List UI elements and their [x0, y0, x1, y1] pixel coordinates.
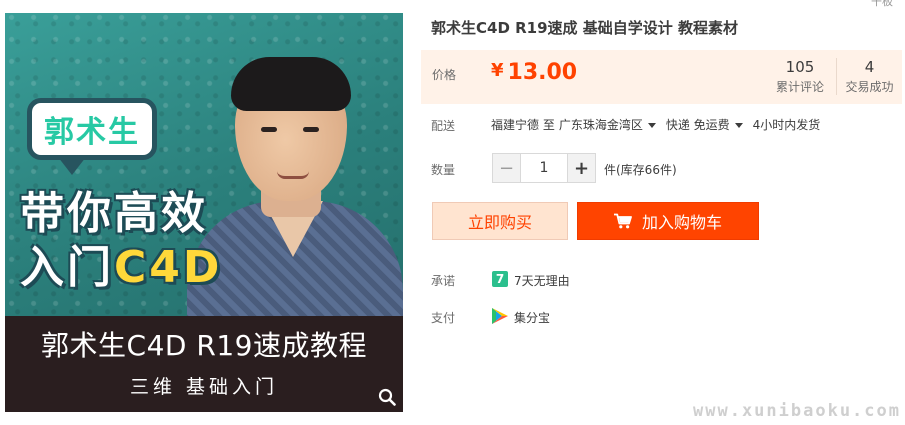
watermark-text: www.xunibaoku.com — [693, 401, 901, 421]
banner-title: 郭术生C4D R19速成教程 — [41, 329, 367, 362]
quantity-input[interactable] — [520, 154, 568, 182]
corner-label: 干板 — [871, 0, 893, 8]
headline-accent: C4D — [114, 242, 223, 293]
buy-now-button[interactable]: 立即购买 — [432, 202, 568, 240]
shipping-destination-select[interactable]: 广东珠海金湾区 — [559, 116, 662, 133]
price-panel: 价格 ¥13.00 105 累计评论 4 交易成功 — [421, 50, 902, 104]
currency-symbol: ¥ — [491, 60, 504, 81]
review-count: 105 — [785, 58, 815, 76]
review-count-stat[interactable]: 105 累计评论 — [767, 58, 833, 95]
shopping-cart-icon — [613, 213, 632, 229]
price-amount: 13.00 — [507, 60, 578, 85]
price-value: ¥13.00 — [491, 60, 577, 85]
shipping-origin: 福建宁德 至 — [491, 118, 555, 132]
sales-count-stat: 4 交易成功 — [836, 58, 902, 95]
chevron-down-icon — [647, 123, 656, 128]
sales-count-label: 交易成功 — [845, 80, 894, 94]
dispatch-time: 4小时内发货 — [752, 118, 821, 132]
shipping-method: 快递 免运费 — [665, 118, 730, 132]
add-to-cart-label: 加入购物车 — [641, 213, 722, 232]
price-label: 价格 — [432, 68, 457, 82]
plus-icon: + — [573, 157, 590, 179]
headline-prefix: 入门 — [20, 242, 114, 293]
quantity-stepper: − + — [492, 153, 596, 183]
stock-note: 件(库存66件) — [604, 163, 677, 177]
headline-line-2: 入门C4D — [20, 231, 222, 295]
zoom-search-icon[interactable] — [378, 388, 396, 406]
shipping-row: 福建宁德 至 广东珠海金湾区 快递 免运费 4小时内发货 — [491, 116, 820, 133]
seven-day-return-icon: 7 — [492, 271, 508, 287]
sales-count: 4 — [864, 58, 875, 76]
image-banner: 郭术生C4D R19速成教程 三维 基础入门 — [5, 316, 403, 412]
banner-subtitle: 三维 基础入门 — [129, 376, 279, 398]
promise-label: 承诺 — [431, 274, 456, 288]
increase-quantity-button[interactable]: + — [568, 154, 595, 182]
payment-value: 集分宝 — [514, 311, 551, 325]
payment-label: 支付 — [431, 311, 456, 325]
name-tag: 郭术生 — [44, 115, 140, 150]
promise-value[interactable]: 7天无理由 — [514, 272, 570, 289]
decrease-quantity-button[interactable]: − — [493, 154, 520, 182]
shipping-destination: 广东珠海金湾区 — [558, 118, 643, 132]
jifenbao-payment-icon — [492, 308, 508, 324]
shipping-method-select[interactable]: 快递 免运费 — [666, 116, 749, 133]
product-title: 郭术生C4D R19速成 基础自学设计 教程素材 — [431, 19, 738, 37]
shipping-label: 配送 — [431, 119, 456, 133]
product-image[interactable]: 郭术生 带你高效 入门C4D 郭术生C4D R19速成教程 三维 基础入门 — [5, 13, 403, 412]
review-count-label: 累计评论 — [775, 80, 824, 94]
add-to-cart-button[interactable]: 加入购物车 — [577, 202, 759, 240]
chevron-down-icon — [734, 123, 743, 128]
minus-icon: − — [498, 157, 515, 179]
name-bubble: 郭术生 — [27, 98, 157, 175]
quantity-label: 数量 — [431, 163, 456, 177]
